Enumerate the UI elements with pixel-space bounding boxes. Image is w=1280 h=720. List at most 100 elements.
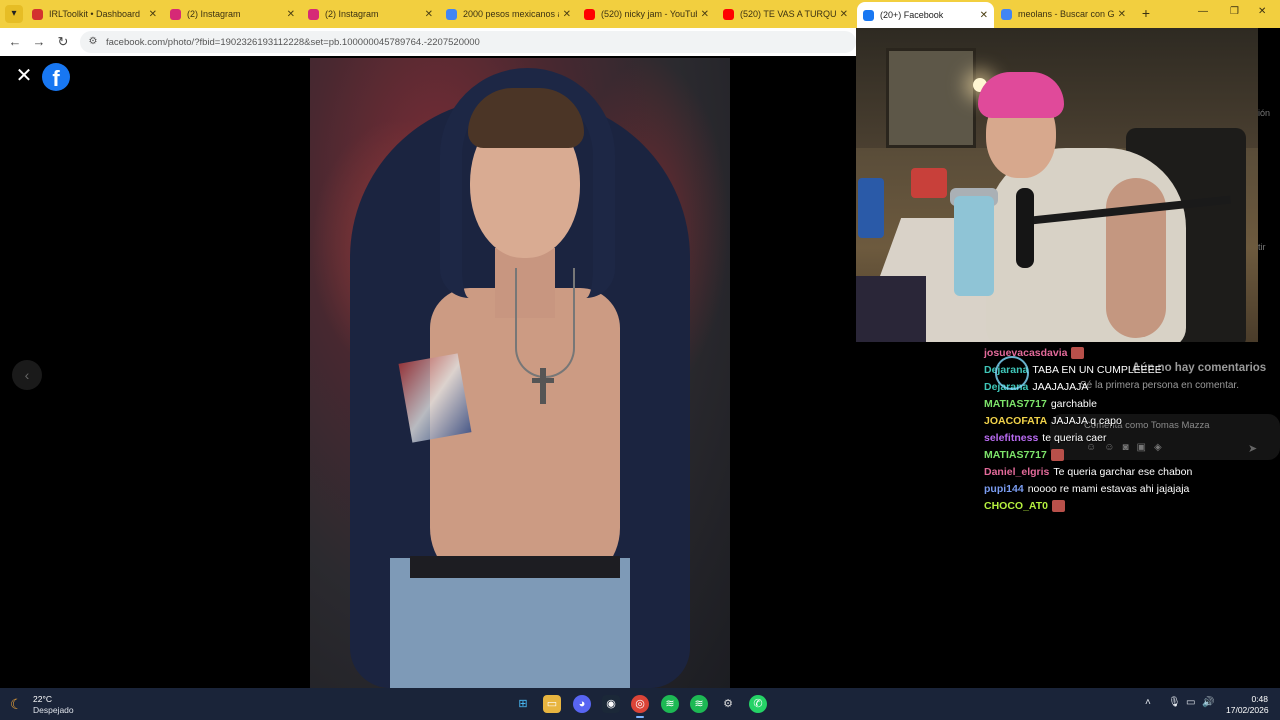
clock-time[interactable]: 0:48 [1244,694,1268,704]
chat-username: MATIAS7717 [984,397,1047,410]
close-tab-icon[interactable]: ✕ [840,9,848,20]
chat-message: MATIAS7717 [984,446,1254,463]
chat-username: josuevacasdavia [984,346,1068,359]
chat-username: JOACOFATA [984,414,1048,427]
streamer-hair [978,72,1064,118]
youtube-icon [584,8,595,20]
close-viewer-button[interactable]: ✕ [14,66,34,86]
network-icon[interactable]: ▭ [1186,697,1195,708]
tab-search-icon[interactable]: ▾ [5,5,23,23]
tray-chevron-icon[interactable]: ˄ [1145,697,1151,708]
close-tab-icon[interactable]: ✕ [287,9,295,20]
chat-text: JAJAJA q capo [1051,414,1122,427]
necklace [515,268,575,378]
webcam-overlay [856,28,1258,342]
chat-text: Te queria garchar ese chabon [1053,465,1193,478]
whatsapp-icon[interactable]: ✆ [749,695,767,713]
chat-username: Daniel_elgris [984,465,1050,478]
close-tab-icon[interactable]: ✕ [149,9,157,20]
previous-photo-button[interactable]: ‹ [12,360,42,390]
cursor-highlight [995,356,1029,390]
tab-title: meolans - Buscar con Goo [1018,9,1114,19]
close-tab-icon[interactable]: ✕ [563,9,571,20]
chat-text: TABA EN UN CUMPLEEEE [1032,363,1162,376]
facebook-icon [863,9,874,21]
waistband [410,556,620,578]
chat-emote-icon [1071,346,1085,359]
snack-bag [911,168,947,198]
tab-title: (520) TE VAS A TURQUIA [740,9,836,19]
weather-temperature[interactable]: 22°C [33,694,52,704]
streamer-arm [1106,178,1166,338]
chat-message: CHOCO_AT0 [984,497,1254,514]
chat-text: te queria caer [1042,431,1107,444]
keyboard [856,276,926,342]
tab-1[interactable]: (2) Instagram ✕ [164,3,301,25]
chat-message: selefitness te queria caer [984,429,1254,446]
chat-message: MATIAS7717 garchable [984,395,1254,412]
facebook-logo-icon[interactable]: f [42,63,70,91]
chat-message: josuevacasdavia [984,344,1254,361]
close-tab-icon[interactable]: ✕ [701,9,709,20]
file-explorer-icon[interactable]: ▭ [543,695,561,713]
maximize-icon[interactable]: ❐ [1230,6,1239,17]
discord-icon[interactable]: ◕ [573,695,591,713]
chat-text: garchable [1050,397,1097,410]
google-icon [1001,8,1012,20]
cross-pendant [540,368,546,404]
tab-7[interactable]: meolans - Buscar con Goo ✕ [995,3,1132,25]
close-tab-icon[interactable]: ✕ [980,10,988,21]
weather-description[interactable]: Despejado [33,705,74,715]
close-tab-icon[interactable]: ✕ [425,9,433,20]
chat-username: pupi144 [984,482,1024,495]
settings-icon[interactable]: ⚙ [719,695,737,713]
youtube-icon [723,8,734,20]
windows-start-icon[interactable]: ⊞ [514,695,532,713]
chat-text: noooo re mami estavas ahi jajajaja [1027,482,1190,495]
photo [310,58,730,688]
back-icon[interactable]: ← [3,30,27,54]
spotify-icon[interactable]: ≋ [661,695,679,713]
tab-2[interactable]: (2) Instagram ✕ [302,3,439,25]
browser-toolbar: ← → ↻ ⚙ facebook.com/photo/?fbid=1902326… [0,28,860,56]
chat-message: JOACOFATA JAJAJA q capo [984,412,1254,429]
tab-title: (520) nicky jam - YouTube [601,9,697,19]
chat-emote-icon [1050,448,1064,461]
close-window-icon[interactable]: ✕ [1258,6,1266,17]
site-info-icon[interactable]: ⚙ [86,35,100,49]
hair [468,88,584,148]
chat-username: MATIAS7717 [984,448,1047,461]
reload-icon[interactable]: ↻ [51,30,75,54]
tab-title: IRLToolkit • Dashboard [49,9,141,19]
windows-taskbar: ☾ 22°C Despejado ⊞ ▭ ◕ ◉ ◎ ≋ ≋ ⚙ ✆ ˄ 🎙 ▭… [0,688,1280,720]
chat-username: CHOCO_AT0 [984,499,1048,512]
chat-text: JAAJAJAJA [1032,380,1089,393]
close-tab-icon[interactable]: ✕ [1118,9,1126,20]
browser-tab-strip: ▾ IRLToolkit • Dashboard ✕ (2) Instagram ✕(… [0,0,1280,28]
new-tab-button[interactable]: + [1138,5,1154,21]
chat-emote-icon [1051,499,1065,512]
tab-6[interactable]: (20+) Facebook ✕ [857,2,994,28]
chrome-icon[interactable]: ◎ [631,695,649,718]
tab-title: (2) Instagram [325,9,379,19]
minimize-icon[interactable]: — [1198,6,1208,17]
spotify-icon[interactable]: ≋ [690,695,708,713]
microphone-tray-icon[interactable]: 🎙 [1168,697,1181,708]
weather-moon-icon[interactable]: ☾ [10,696,26,712]
clock-date[interactable]: 17/02/2026 [1226,705,1269,715]
tab-4[interactable]: (520) nicky jam - YouTube ✕ [578,3,715,25]
url-text[interactable]: facebook.com/photo/?fbid=190232619311222… [106,37,480,48]
cross-pendant-bar [532,378,554,383]
bottle [858,178,884,238]
tab-5[interactable]: (520) TE VAS A TURQUIA ✕ [717,3,854,25]
volume-icon[interactable]: 🔊 [1202,697,1214,708]
steam-icon[interactable]: ◉ [602,695,620,713]
tab-0[interactable]: IRLToolkit • Dashboard ✕ [26,3,163,25]
room-window [886,48,976,148]
tab-title: 2000 pesos mexicanos a c [463,9,559,19]
forward-icon[interactable]: → [27,30,51,54]
tab-3[interactable]: 2000 pesos mexicanos a c ✕ [440,3,577,25]
instagram-icon [308,8,319,20]
chat-username: selefitness [984,431,1039,444]
address-bar[interactable]: ⚙ facebook.com/photo/?fbid=1902326193112… [80,31,856,53]
